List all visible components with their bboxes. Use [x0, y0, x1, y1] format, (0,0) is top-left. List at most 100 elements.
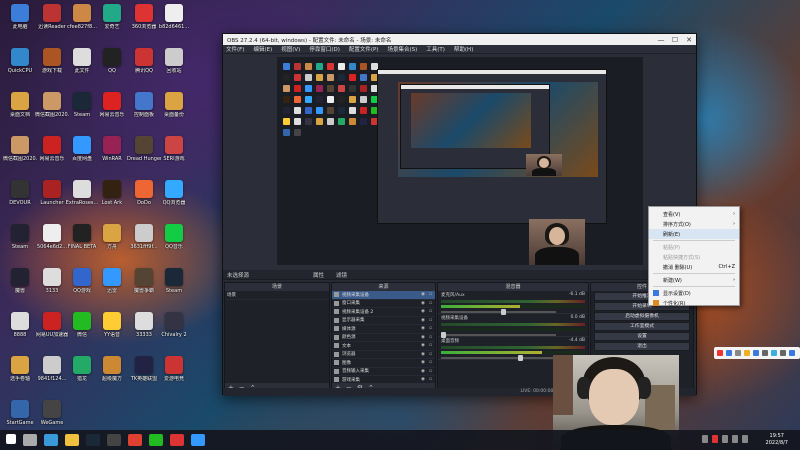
eye-icon[interactable]: ◉: [421, 335, 425, 340]
desktop-shortcut[interactable]: SERI游戏: [158, 136, 190, 172]
menu-docks[interactable]: 停靠窗口(D): [309, 45, 340, 53]
volume-slider[interactable]: [441, 309, 557, 315]
desktop-shortcut[interactable]: QuickCPU: [4, 48, 36, 84]
source-item[interactable]: 音频输入采集 ◉ ▫: [332, 368, 435, 376]
source-item[interactable]: 视频采集设备 ◉ ▫: [332, 291, 435, 300]
eye-icon[interactable]: ◉: [421, 360, 425, 365]
desktop-shortcut[interactable]: QQ音乐: [158, 224, 190, 260]
desktop-shortcut[interactable]: WinRAR: [96, 136, 128, 172]
desktop-shortcut[interactable]: 超级魔方: [96, 356, 128, 392]
eye-icon[interactable]: ◉: [421, 326, 425, 331]
menu-tools[interactable]: 工具(T): [426, 45, 445, 53]
wechat-icon[interactable]: [149, 434, 163, 446]
eye-icon[interactable]: ◉: [421, 292, 425, 297]
tray-app-icon[interactable]: [712, 435, 718, 443]
desktop-shortcut[interactable]: 选手卷轴: [4, 356, 36, 392]
desktop-shortcut[interactable]: 微信截图2020...: [35, 92, 69, 128]
desktop-shortcut[interactable]: 迅雷: [96, 268, 128, 304]
clock[interactable]: 19:57 2022/8/7: [766, 433, 788, 447]
menu-profile[interactable]: 配置文件(P): [349, 45, 379, 53]
source-item[interactable]: 媒体源 ◉ ▫: [332, 325, 435, 334]
eye-icon[interactable]: ◉: [421, 301, 425, 306]
lock-icon[interactable]: ▫: [429, 292, 432, 297]
start-icon[interactable]: [6, 434, 16, 444]
desktop-shortcut[interactable]: Steam: [158, 268, 190, 304]
source-item[interactable]: 视频采集设备 2 ◉ ▫: [332, 308, 435, 317]
eye-icon[interactable]: ◉: [421, 318, 425, 323]
media-icon[interactable]: [170, 434, 184, 446]
desktop-shortcut[interactable]: 爱奇艺: [96, 4, 128, 40]
lock-icon[interactable]: ▫: [429, 352, 432, 357]
close-button[interactable]: ✕: [682, 36, 696, 44]
desktop-shortcut[interactable]: Launcher: [36, 180, 68, 216]
obs-preview-canvas[interactable]: [277, 57, 643, 265]
lock-icon[interactable]: ▫: [429, 301, 432, 306]
search-icon[interactable]: [23, 434, 37, 446]
menu-edit[interactable]: 编辑(E): [253, 45, 272, 53]
desktop-shortcut[interactable]: QQ: [96, 48, 128, 84]
desktop-shortcut[interactable]: 百度网盘: [66, 136, 98, 172]
desktop-shortcut[interactable]: Lost Ark: [96, 180, 128, 216]
source-item[interactable]: 窗口采集 ◉ ▫: [332, 300, 435, 308]
desktop-shortcut[interactable]: 3631fff9f...: [128, 224, 160, 260]
desktop-shortcut[interactable]: 方舟: [96, 224, 128, 260]
desktop-shortcut[interactable]: cfee827f8...: [66, 4, 98, 40]
desktop-shortcut[interactable]: 网易UU加速器: [36, 312, 68, 348]
eye-icon[interactable]: ◉: [421, 352, 425, 357]
desktop-shortcut[interactable]: 迅读Reader: [36, 4, 68, 40]
volume-slider[interactable]: [441, 332, 557, 338]
context-menu-item[interactable]: 查看(V) ›: [649, 209, 739, 219]
desktop-shortcut[interactable]: 腾讯QQ: [128, 48, 160, 84]
context-menu-item[interactable]: 粘贴快捷方式(S): [649, 252, 739, 262]
desktop-shortcut[interactable]: DEVOUR: [4, 180, 36, 216]
emoji-icon[interactable]: [744, 350, 750, 356]
source-item[interactable]: 颜色源 ◉ ▫: [332, 334, 435, 342]
context-menu-item[interactable]: 刷新(E): [649, 229, 739, 239]
context-menu-item[interactable]: 排序方式(O) ›: [649, 219, 739, 229]
desktop-shortcut[interactable]: 网易云音乐: [96, 92, 128, 128]
lang-icon[interactable]: [726, 350, 732, 356]
menu-scene-collection[interactable]: 场景集合(S): [387, 45, 417, 53]
desktop-shortcut[interactable]: Chivalry 2: [158, 312, 190, 348]
keyboard-icon[interactable]: [762, 350, 768, 356]
settings-button[interactable]: 设置: [594, 332, 690, 341]
context-menu-item[interactable]: 粘贴(P): [649, 242, 739, 252]
desktop-shortcut[interactable]: 此文件: [66, 48, 98, 84]
desktop-shortcut[interactable]: 游戏下载: [36, 48, 68, 84]
sogou-icon[interactable]: [717, 350, 723, 356]
desktop-shortcut[interactable]: 360浏览器: [128, 4, 160, 40]
desktop-shortcut[interactable]: Dread Hunger: [127, 136, 161, 172]
desktop-shortcut[interactable]: DoDo: [128, 180, 160, 216]
desktop-shortcut[interactable]: YY语音: [96, 312, 128, 348]
desktop-shortcut[interactable]: 3133: [36, 268, 68, 304]
chrome-icon[interactable]: [128, 434, 142, 446]
source-item[interactable]: 显示器采集 ◉ ▫: [332, 317, 435, 325]
desktop-shortcut[interactable]: 此电脑: [4, 4, 36, 40]
ime-icon[interactable]: [742, 435, 748, 443]
properties-button[interactable]: 属性: [313, 271, 324, 279]
desktop-shortcut[interactable]: 33333: [128, 312, 160, 348]
lock-icon[interactable]: ▫: [429, 318, 432, 323]
volume-icon[interactable]: [732, 435, 738, 443]
volume-slider[interactable]: [441, 355, 557, 361]
lock-icon[interactable]: ▫: [429, 309, 432, 314]
eye-icon[interactable]: ◉: [421, 377, 425, 382]
desktop-shortcut[interactable]: 8888: [4, 312, 36, 348]
source-item[interactable]: 浏览器 ◉ ▫: [332, 351, 435, 359]
desktop-shortcut[interactable]: 微信截图2020...: [3, 136, 37, 172]
desktop-shortcut[interactable]: 9841f124...: [36, 356, 68, 392]
explorer-icon[interactable]: [65, 434, 79, 446]
context-menu-item[interactable]: 显示设置(D): [649, 288, 739, 298]
desktop-shortcut[interactable]: QQ浏览器: [158, 180, 190, 216]
eye-icon[interactable]: ◉: [421, 309, 425, 314]
lock-icon[interactable]: ▫: [429, 369, 432, 374]
desktop-shortcut[interactable]: 桌面文档: [4, 92, 36, 128]
obs-icon[interactable]: [107, 434, 121, 446]
desktop-shortcut[interactable]: 网易云音乐: [36, 136, 68, 172]
filters-button[interactable]: 滤镜: [336, 271, 347, 279]
source-item[interactable]: 图像 ◉ ▫: [332, 359, 435, 368]
eye-icon[interactable]: ◉: [421, 369, 425, 374]
context-menu-item[interactable]: 撤消 删除(U) Ctrl+Z: [649, 262, 739, 272]
eye-icon[interactable]: ◉: [421, 343, 425, 348]
skin-icon[interactable]: [771, 350, 777, 356]
